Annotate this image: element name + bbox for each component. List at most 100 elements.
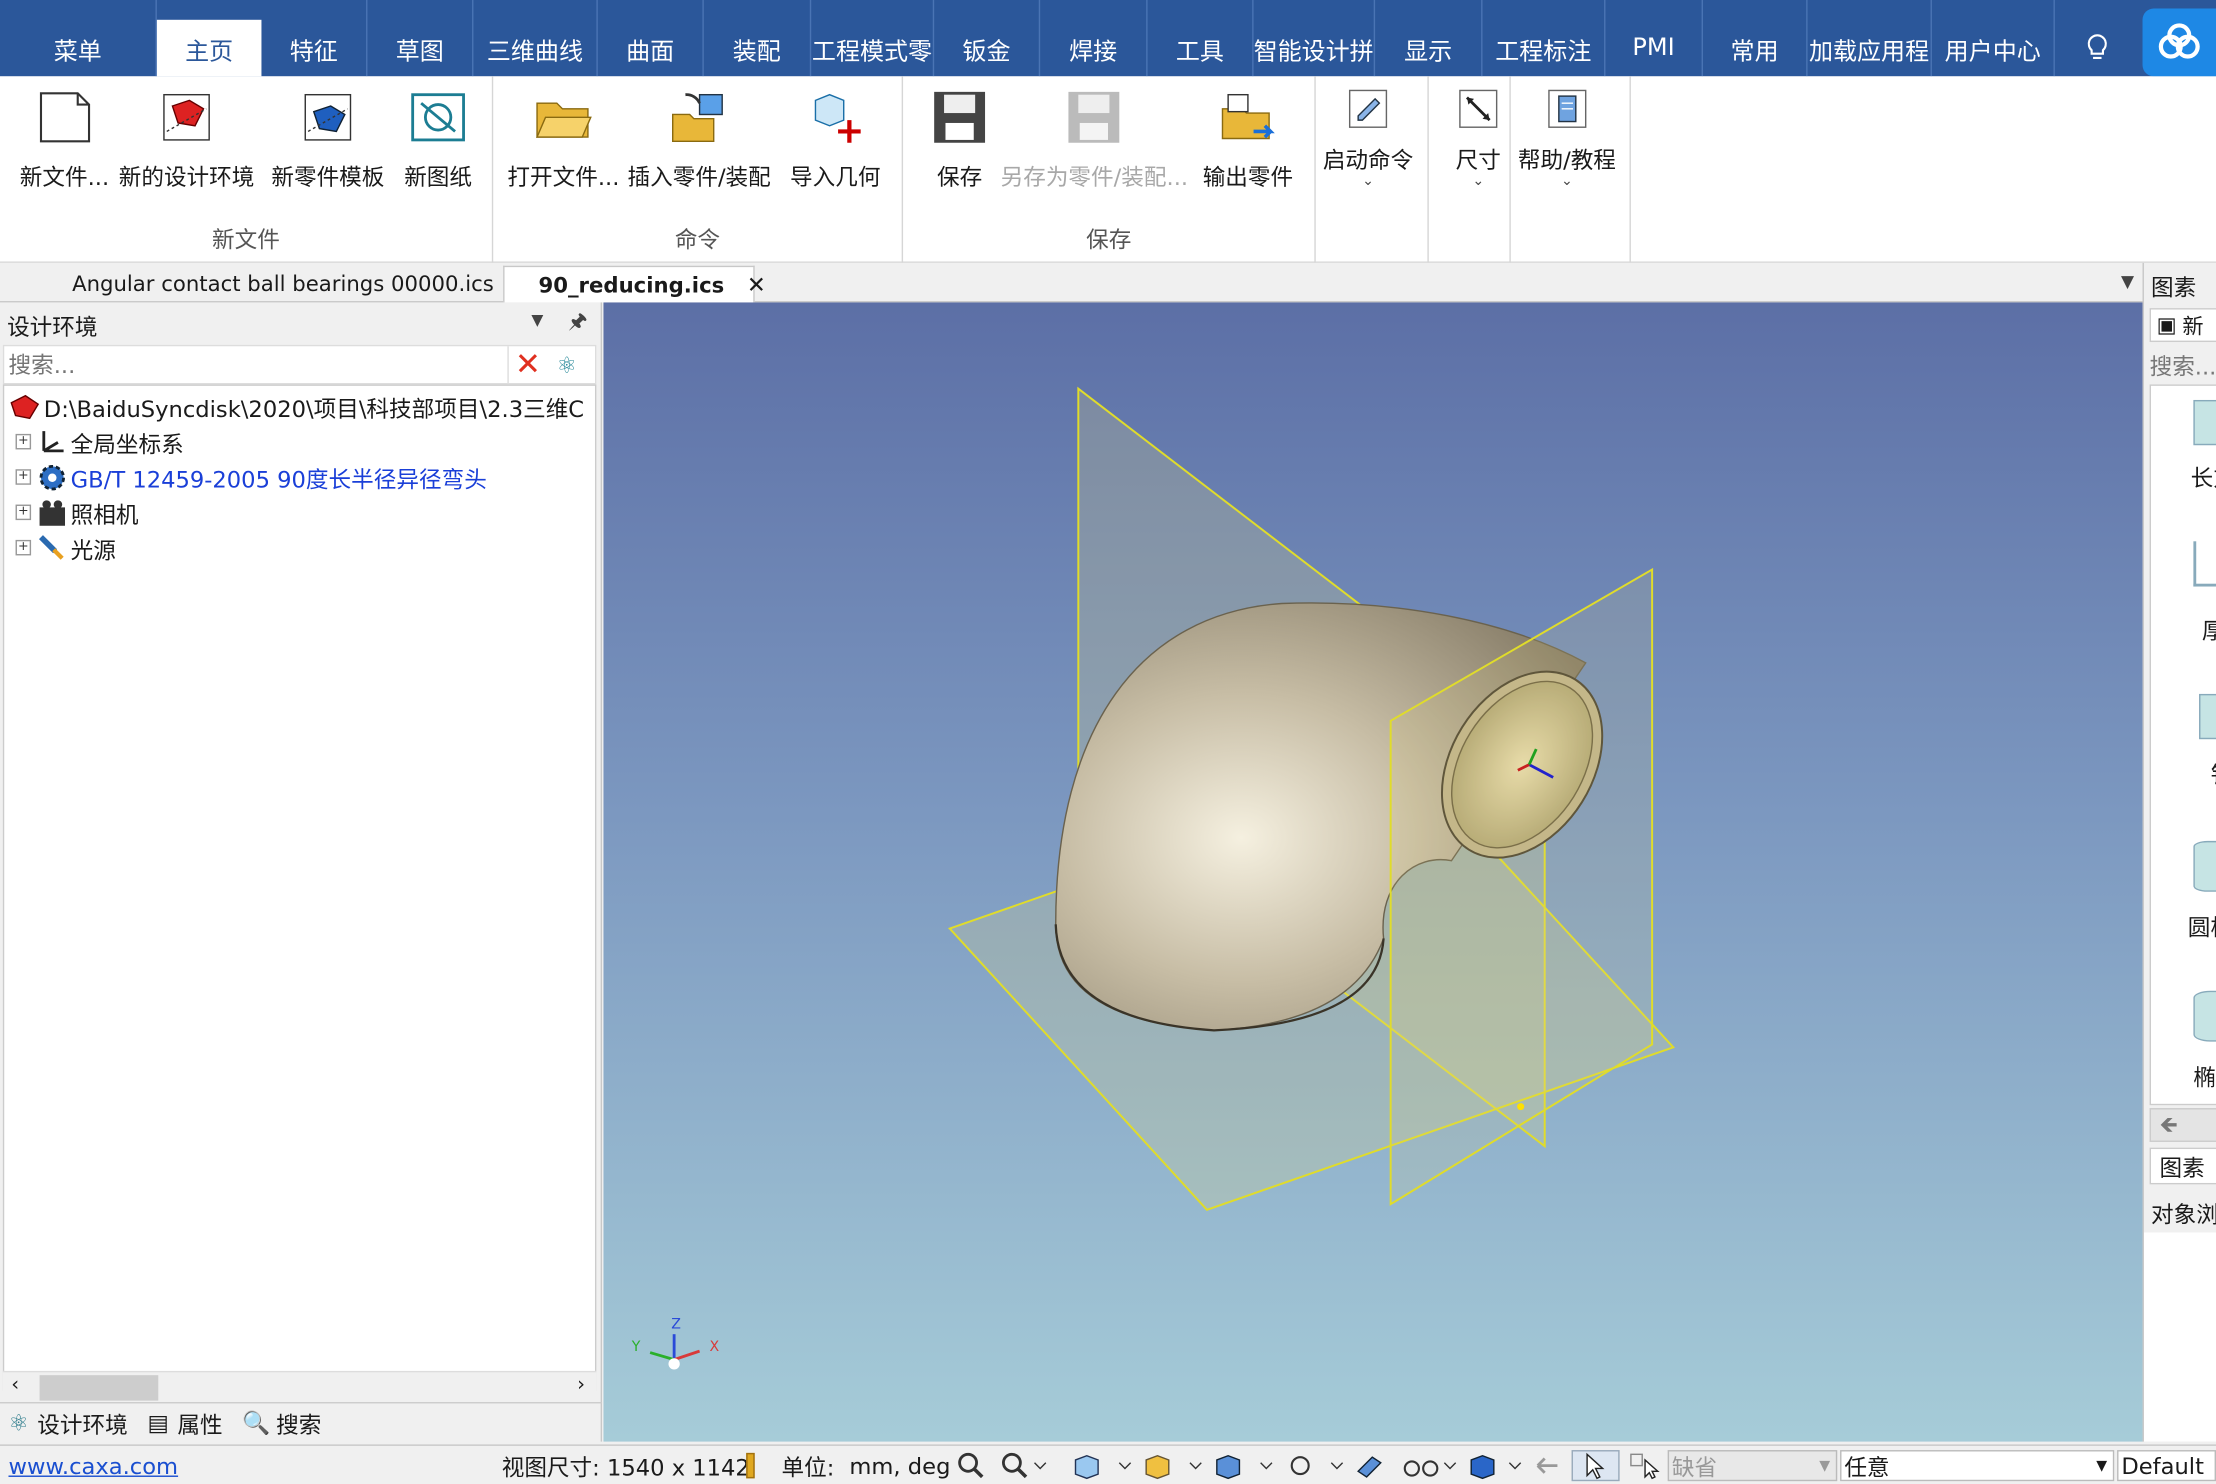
new-part-template-button[interactable]: 新零件模板 xyxy=(271,85,384,192)
tab-engineering-mode[interactable]: 工程模式零 xyxy=(811,0,935,77)
dimension-icon xyxy=(1446,85,1511,133)
render-mode-icon[interactable] xyxy=(1142,1450,1204,1481)
tab-design-env[interactable]: ⚛ 设计环境 xyxy=(8,1406,127,1440)
select-pointer-icon[interactable] xyxy=(1571,1450,1620,1482)
3d-viewport[interactable]: Z X Y xyxy=(603,302,2143,1442)
library-new-button[interactable]: ▣ 新 xyxy=(2149,308,2216,343)
pin-icon[interactable]: 🖈 xyxy=(568,307,588,342)
new-drawing-button[interactable]: 新图纸 xyxy=(404,85,472,192)
tab-properties[interactable]: ▤ 属性 xyxy=(147,1406,222,1440)
tab-user-center[interactable]: 用户中心 xyxy=(1932,0,2055,77)
insert-part-button[interactable]: 插入零件/装配 xyxy=(627,85,771,192)
style-combo[interactable]: Default xyxy=(2117,1450,2216,1482)
tab-welding[interactable]: 焊接 xyxy=(1040,0,1148,77)
panel-menu-icon[interactable]: ▼ xyxy=(531,311,543,329)
tab-search[interactable]: 🔍 搜索 xyxy=(242,1406,321,1440)
tab-features[interactable]: 特征 xyxy=(261,0,368,77)
tab-surface[interactable]: 曲面 xyxy=(598,0,704,77)
horizontal-scrollbar[interactable]: ‹ › xyxy=(2,1370,597,1403)
scroll-right-icon[interactable]: › xyxy=(577,1374,585,1397)
save-as-button[interactable]: 另存为零件/装配... xyxy=(1001,85,1188,192)
axis-gizmo[interactable]: Z X Y xyxy=(631,1317,720,1370)
tree-item-global-coords[interactable]: + 全局坐标系 xyxy=(15,424,184,459)
scroll-left-icon[interactable]: ‹ xyxy=(11,1374,19,1397)
expand-icon[interactable]: + xyxy=(15,539,32,556)
tree-item-camera[interactable]: + 照相机 xyxy=(15,495,139,530)
tab-pmi[interactable]: PMI xyxy=(1605,0,1703,77)
anchor-point[interactable] xyxy=(1517,1103,1525,1111)
dimension-button[interactable]: 尺寸 ⌄ xyxy=(1446,85,1511,189)
selection-mode-combo[interactable]: 任意 ▼ xyxy=(1840,1450,2115,1482)
unit-value[interactable]: mm, deg xyxy=(849,1446,950,1484)
library-footer-tab[interactable]: 图素 xyxy=(2149,1147,2216,1185)
tab-tools[interactable]: 工具 xyxy=(1148,0,1254,77)
open-file-button[interactable]: 打开文件... xyxy=(507,85,619,192)
help-tutorial-button[interactable]: 帮助/教程 ⌄ xyxy=(1518,85,1616,189)
glasses-icon[interactable] xyxy=(1402,1450,1459,1481)
new-design-env-button[interactable]: 新的设计环境 xyxy=(119,85,254,192)
tab-assembly[interactable]: 装配 xyxy=(704,0,812,77)
tab-common[interactable]: 常用 xyxy=(1703,0,1808,77)
pick-filter-icon[interactable] xyxy=(1628,1450,1662,1481)
tree-item-elbow[interactable]: + GB/T 12459-2005 90度长半径异径弯头 xyxy=(15,459,487,494)
tip-lightbulb-icon[interactable] xyxy=(2055,0,2140,76)
group-title-command: 命令 xyxy=(674,226,721,253)
search-filter-icon[interactable]: ⚛ xyxy=(547,346,587,383)
expand-icon[interactable]: + xyxy=(15,469,32,485)
tab-annotation[interactable]: 工程标注 xyxy=(1483,0,1606,77)
close-icon[interactable]: ✕ xyxy=(747,271,766,298)
section-icon[interactable] xyxy=(1354,1450,1388,1481)
tab-display[interactable]: 显示 xyxy=(1375,0,1483,77)
library-item-ellipse[interactable] xyxy=(2193,990,2216,1042)
cloud-icon[interactable] xyxy=(2142,8,2216,77)
doc-tab-reducing[interactable]: 90_reducing.ics ✕ xyxy=(503,265,766,303)
filter-combo[interactable]: 缺省 ▼ xyxy=(1667,1450,1838,1482)
zoom-fit-icon[interactable] xyxy=(957,1450,985,1481)
expand-icon[interactable]: + xyxy=(15,504,32,521)
library-item-ellipse-label: 椭圆 xyxy=(2193,1064,2216,1092)
library-search-input[interactable]: 搜索... xyxy=(2150,348,2216,382)
search-input[interactable] xyxy=(4,347,508,382)
library-item-shell[interactable] xyxy=(2193,541,2216,587)
tree-root[interactable]: D:\BaiduSyncdisk\2020\项目\科技部项目\2.3三维C xyxy=(7,389,584,424)
light-source-icon xyxy=(37,532,68,563)
chevron-down-icon: ▼ xyxy=(1819,1457,1831,1474)
import-geometry-button[interactable]: 导入几何 xyxy=(790,85,880,192)
status-bar: www.caxa.com 视图尺寸: 1540 x 1142 单位: mm, d… xyxy=(0,1444,2216,1484)
library-back-button[interactable]: 🡸 xyxy=(2149,1108,2216,1142)
object-browser-label[interactable]: 对象浏 xyxy=(2151,1196,2216,1230)
tab-smart-design[interactable]: 智能设计拼 xyxy=(1254,0,1376,77)
new-file-button[interactable]: 新文件... xyxy=(20,85,109,192)
tab-home[interactable]: 主页 xyxy=(156,19,262,77)
library-item-box[interactable] xyxy=(2193,399,2216,446)
tree-item-light[interactable]: + 光源 xyxy=(15,530,116,565)
doc-tab-bearings[interactable]: Angular contact ball bearings 00000.ics xyxy=(52,266,513,303)
expand-icon[interactable]: + xyxy=(15,433,32,450)
export-part-button[interactable]: 输出零件 xyxy=(1203,85,1293,192)
library-item-sheet[interactable] xyxy=(2199,693,2216,740)
tab-sheet-metal[interactable]: 钣金 xyxy=(934,0,1041,77)
clear-search-icon[interactable]: ✕ xyxy=(507,346,547,384)
undo-view-icon[interactable] xyxy=(1532,1450,1566,1481)
library-item-cylinder[interactable] xyxy=(2193,840,2216,892)
cube-icon[interactable] xyxy=(1467,1450,1524,1481)
tab-3d-curve[interactable]: 三维曲线 xyxy=(473,0,598,77)
document-tabs: Angular contact ball bearings 00000.ics … xyxy=(0,262,2143,303)
tab-sketch[interactable]: 草图 xyxy=(367,0,474,77)
tab-load-app[interactable]: 加载应用程 xyxy=(1808,0,1932,77)
tab-menu[interactable]: 菜单 xyxy=(0,0,157,77)
zoom-icon[interactable] xyxy=(1001,1450,1049,1481)
view-orientation-icon[interactable] xyxy=(1071,1450,1133,1481)
scrollbar-thumb[interactable] xyxy=(39,1375,159,1401)
orbit-icon[interactable] xyxy=(1283,1450,1345,1481)
tree-search: ✕ ⚛ xyxy=(2,344,597,385)
website-link[interactable]: www.caxa.com xyxy=(8,1446,178,1484)
shading-icon[interactable] xyxy=(1213,1450,1275,1481)
save-button[interactable]: 保存 xyxy=(927,85,992,192)
design-env-icon xyxy=(7,391,41,422)
group-title-new-file: 新文件 xyxy=(211,226,280,253)
start-command-button[interactable]: 启动命令 ⌄ xyxy=(1323,85,1413,189)
ruler-icon xyxy=(746,1446,755,1484)
tab-list-dropdown-icon[interactable]: ▼ xyxy=(2121,271,2134,291)
object-browser-area xyxy=(2143,1232,2216,1442)
